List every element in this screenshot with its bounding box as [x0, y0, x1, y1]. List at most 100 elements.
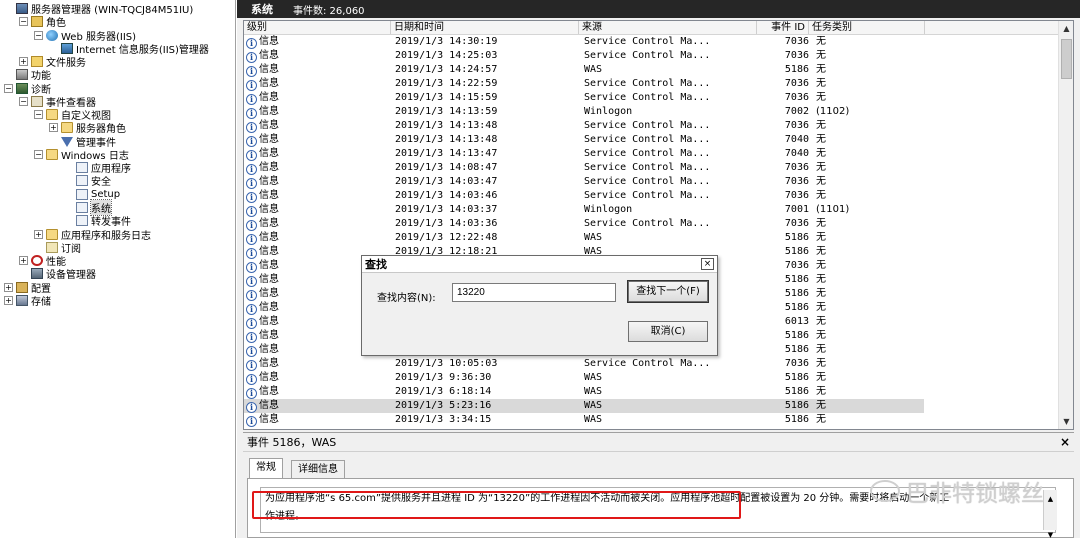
cancel-button[interactable]: 取消(C) [628, 321, 708, 342]
level-text: 信息 [259, 162, 279, 173]
table-row[interactable]: i 信息 2019/1/3 14:03:37 Winlogon 7001 (1101) [244, 203, 924, 217]
cell-task-category: 无 [816, 316, 826, 327]
table-row[interactable]: i 信息 2019/1/3 14:22:59 Service Control Ma..… [244, 77, 924, 91]
collapse-icon[interactable]: − [34, 31, 43, 40]
expand-icon[interactable]: + [19, 256, 28, 265]
info-icon: i [246, 290, 257, 301]
table-row[interactable]: i 信息 2019/1/3 5:23:16 WAS 5186 无 [244, 399, 924, 413]
table-row[interactable]: i 信息 2019/1/3 14:25:03 Service Control Ma..… [244, 49, 924, 63]
table-row[interactable]: i 信息 2019/1/3 6:18:14 WAS 5186 无 [244, 385, 924, 399]
find-dialog-close-icon[interactable]: × [701, 258, 714, 270]
column-header-level[interactable]: 级别 [244, 21, 391, 34]
collapse-icon[interactable]: − [34, 150, 43, 159]
tree-item[interactable]: 设备管理器 [19, 267, 96, 281]
table-row[interactable]: i 信息 2019/1/3 14:15:59 Service Control Ma..… [244, 91, 924, 105]
column-header-datetime[interactable]: 日期和时间 [391, 21, 579, 34]
tree-item[interactable]: − 诊断 [4, 82, 51, 96]
table-row[interactable]: i 信息 2019/1/3 14:08:47 Service Control Ma..… [244, 161, 924, 175]
level-text: 信息 [259, 232, 279, 243]
cell-task-category: 无 [816, 232, 826, 243]
level-text: 信息 [259, 218, 279, 229]
table-row[interactable]: i 信息 2019/1/3 3:34:15 WAS 5186 无 [244, 413, 924, 427]
events-grid[interactable]: 级别 日期和时间 来源 事件 ID 任务类别 i 信息 2019/1/3 14:30… [243, 20, 1074, 430]
collapse-icon[interactable]: − [19, 97, 28, 106]
cell-task-category: 无 [816, 36, 826, 47]
tree-item[interactable]: + 服务器角色 [49, 121, 126, 135]
cell-level: i 信息 [246, 357, 386, 371]
cell-task-category: 无 [816, 302, 826, 313]
tab-details[interactable]: 详细信息 [291, 460, 345, 478]
table-row[interactable]: i 信息 2019/1/3 14:30:19 Service Control Ma..… [244, 35, 924, 49]
info-icon: i [246, 136, 257, 147]
cell-datetime: 2019/1/3 14:03:37 [395, 204, 498, 215]
table-row[interactable]: i 信息 2019/1/3 10:05:03 Service Control Ma..… [244, 357, 924, 371]
level-text: 信息 [259, 176, 279, 187]
level-text: 信息 [259, 36, 279, 47]
cell-datetime: 2019/1/3 14:13:48 [395, 120, 498, 131]
expand-icon[interactable]: + [4, 283, 13, 292]
cell-event-id: 7036 [784, 120, 809, 131]
scroll-down-icon[interactable]: ▼ [1059, 414, 1073, 429]
collapse-icon[interactable]: − [4, 84, 13, 93]
table-row[interactable]: i 信息 2019/1/3 9:36:30 WAS 5186 无 [244, 371, 924, 385]
message-scroll-up-icon[interactable]: ▲ [1044, 490, 1057, 508]
table-row[interactable]: i 信息 2019/1/3 14:03:36 Service Control Ma..… [244, 217, 924, 231]
message-scrollbar[interactable]: ▲ ▼ [1043, 490, 1057, 538]
column-header-task-category[interactable]: 任务类别 [809, 21, 925, 34]
info-icon: i [246, 66, 257, 77]
tree-item[interactable]: 安全 [64, 174, 111, 188]
tree-item[interactable]: + 文件服务 [19, 55, 86, 69]
level-text: 信息 [259, 372, 279, 383]
subscriptions-icon [46, 242, 58, 253]
grid-vertical-scrollbar[interactable]: ▲ ▼ [1058, 21, 1073, 429]
find-dialog-titlebar[interactable]: 查找 × [362, 256, 717, 273]
find-next-button[interactable]: 查找下一个(F) [627, 280, 709, 303]
expand-icon[interactable]: + [34, 230, 43, 239]
table-row[interactable]: i 信息 2019/1/3 12:22:48 WAS 5186 无 [244, 231, 924, 245]
collapse-icon[interactable]: − [34, 110, 43, 119]
cell-level: i 信息 [246, 189, 386, 203]
table-row[interactable]: i 信息 2019/1/3 14:13:59 Winlogon 7002 (1102) [244, 105, 924, 119]
cell-level: i 信息 [246, 203, 386, 217]
detail-close-icon[interactable]: × [1060, 435, 1070, 449]
cell-task-category: 无 [816, 260, 826, 271]
table-row[interactable]: i 信息 2019/1/3 14:13:48 Service Control Ma..… [244, 133, 924, 147]
table-row[interactable]: i 信息 2019/1/3 14:24:57 WAS 5186 无 [244, 63, 924, 77]
info-icon: i [246, 304, 257, 315]
cell-source: WAS [584, 232, 603, 243]
iis-manager-icon [61, 43, 73, 54]
cell-task-category: 无 [816, 330, 826, 341]
table-row[interactable]: i 信息 2019/1/3 14:03:47 Service Control Ma..… [244, 175, 924, 189]
cell-level: i 信息 [246, 399, 386, 413]
level-text: 信息 [259, 78, 279, 89]
event-viewer-icon [31, 96, 43, 107]
tree-item[interactable]: 转发事件 [64, 214, 131, 228]
table-row[interactable]: i 信息 2019/1/3 14:13:48 Service Control Ma..… [244, 119, 924, 133]
collapse-icon[interactable]: − [19, 17, 28, 26]
tree-item[interactable]: + 应用程序和服务日志 [34, 228, 151, 242]
expand-icon[interactable]: + [4, 296, 13, 305]
tree-item[interactable]: + 存储 [4, 294, 51, 308]
table-row[interactable]: i 信息 2019/1/3 14:03:46 Service Control Ma..… [244, 189, 924, 203]
expand-icon[interactable]: + [19, 57, 28, 66]
expand-icon[interactable]: + [49, 123, 58, 132]
chat-bubble-icon [870, 480, 900, 502]
scroll-thumb[interactable] [1061, 39, 1072, 79]
tab-general[interactable]: 常规 [249, 458, 283, 478]
tree-item[interactable]: 功能 [4, 68, 51, 82]
scroll-up-icon[interactable]: ▲ [1059, 21, 1073, 36]
find-what-input[interactable]: 13220 [452, 283, 616, 302]
server-manager-icon [16, 3, 28, 14]
cell-event-id: 7036 [784, 260, 809, 271]
tree-item[interactable]: 服务器管理器 (WIN-TQCJ84M51IU) [4, 2, 193, 16]
column-header-source[interactable]: 来源 [579, 21, 757, 34]
grid-body: i 信息 2019/1/3 14:30:19 Service Control Ma..… [244, 35, 1059, 429]
tree-item[interactable]: − 角色 [19, 15, 66, 29]
column-header-event-id[interactable]: 事件 ID [757, 21, 809, 34]
cell-event-id: 7002 [784, 106, 809, 117]
table-row[interactable]: i 信息 2019/1/3 14:13:47 Service Control Ma..… [244, 147, 924, 161]
message-scroll-down-icon[interactable]: ▼ [1044, 526, 1057, 538]
cell-task-category: 无 [816, 78, 826, 89]
